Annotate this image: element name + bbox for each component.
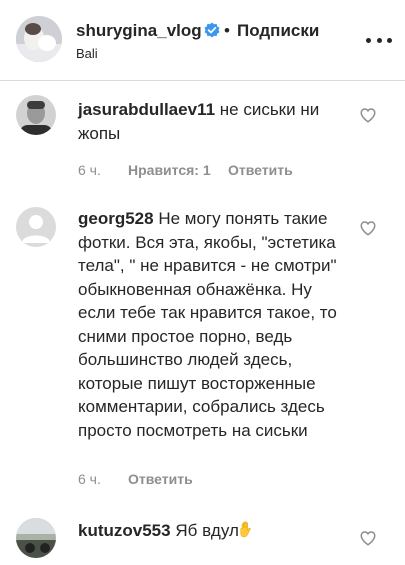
post-header: shurygina_vlog • Подписки Bali — [0, 0, 405, 81]
commenter-avatar[interactable] — [16, 518, 56, 558]
commenter-avatar[interactable] — [16, 207, 56, 247]
like-heart-icon[interactable] — [359, 529, 377, 547]
comment-text: Яб вдул — [175, 521, 239, 540]
comment-time: 6 ч. — [78, 162, 101, 178]
post-location[interactable]: Bali — [76, 46, 98, 61]
comment-text: Не могу понять такие фотки. Вся эта, яко… — [78, 209, 337, 440]
follow-status-button[interactable]: Подписки — [237, 21, 319, 41]
like-heart-icon[interactable] — [359, 219, 377, 237]
comment-content: georg528 Не могу понять такие фотки. Вся… — [78, 207, 352, 442]
raised-hand-icon — [240, 521, 251, 538]
comment-username[interactable]: kutuzov553 — [78, 521, 171, 540]
like-heart-icon[interactable] — [359, 106, 377, 124]
more-options-icon[interactable] — [366, 30, 392, 50]
comment-time: 6 ч. — [78, 471, 101, 487]
comment-content: kutuzov553 Яб вдул — [78, 519, 352, 543]
reply-button[interactable]: Ответить — [128, 471, 193, 487]
comment-meta: 6 ч. Ответить — [78, 471, 193, 487]
commenter-avatar[interactable] — [16, 95, 56, 135]
comment-content: jasurabdullaev11 не сиськи ни жопы — [78, 98, 352, 145]
comment-username[interactable]: jasurabdullaev11 — [78, 100, 215, 119]
author-avatar[interactable] — [16, 16, 62, 62]
verified-badge-icon — [204, 22, 220, 38]
comment-username[interactable]: georg528 — [78, 209, 154, 228]
comment-meta: 6 ч. Нравится: 1 Ответить — [78, 162, 293, 178]
header-separator: • — [224, 21, 230, 40]
reply-button[interactable]: Ответить — [228, 162, 293, 178]
comment-likes[interactable]: Нравится: 1 — [128, 162, 211, 178]
author-username[interactable]: shurygina_vlog — [76, 21, 202, 41]
